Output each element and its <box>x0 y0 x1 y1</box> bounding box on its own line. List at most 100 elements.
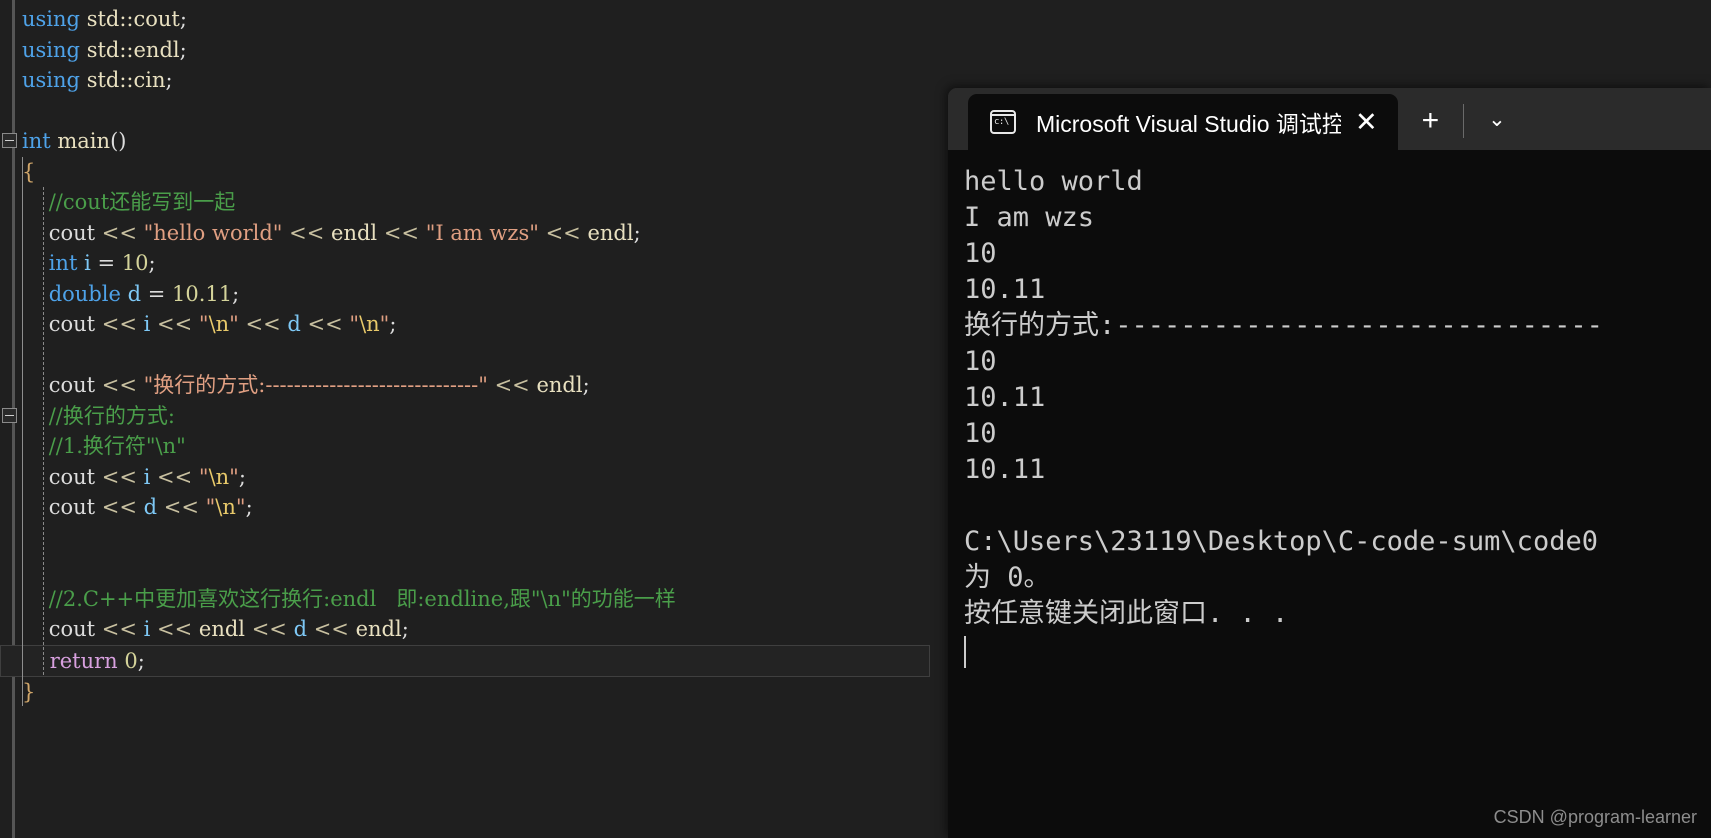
fold-toggle-icon[interactable] <box>2 407 17 423</box>
code-token: int <box>48 251 78 275</box>
code-line[interactable]: //2.C++中更加喜欢这行换行:endl 即:endline,跟"\n"的功能… <box>0 584 960 615</box>
console-output-line: 按任意键关闭此窗口. . . <box>964 598 1289 629</box>
code-token: \n <box>155 434 177 458</box>
code-token: cout <box>22 312 96 336</box>
terminal-tab-active[interactable]: c:\ Microsoft Visual Studio 调试控制台 ✕ <box>968 94 1398 150</box>
terminal-tab-strip: c:\ Microsoft Visual Studio 调试控制台 ✕ + ⌄ <box>948 88 1711 150</box>
chevron-down-icon[interactable]: ⌄ <box>1464 107 1530 132</box>
code-token: using <box>22 7 80 31</box>
code-token: endl <box>587 220 634 245</box>
code-token: << <box>245 617 294 641</box>
code-line[interactable]: int main() <box>0 126 960 157</box>
code-token: << <box>95 464 144 489</box>
code-token: 10.11 <box>172 281 233 306</box>
code-token: endl <box>198 617 246 641</box>
code-token: d <box>143 495 158 519</box>
code-token: ; <box>633 220 641 245</box>
code-token: ; <box>389 312 397 336</box>
code-token: = <box>90 251 122 275</box>
code-line[interactable]: cout << i << "\n"; <box>0 462 960 493</box>
code-token: //2.C++中更加喜欢这行换行:endl 即:endline,跟"\n"的功能… <box>22 586 676 611</box>
code-token: return <box>49 648 118 673</box>
code-token: d <box>287 312 301 336</box>
console-output-line: C:\Users\23119\Desktop\C-code-sum\code0 <box>964 526 1598 557</box>
code-token: << <box>150 464 199 489</box>
code-line[interactable]: return 0; <box>0 644 930 677</box>
code-token: << <box>157 495 206 519</box>
console-output-line: I am wzs <box>964 202 1095 233</box>
console-output-line: 10 <box>964 418 997 449</box>
code-token: main <box>57 129 111 153</box>
code-token: "hello world" <box>143 220 283 245</box>
code-line[interactable]: //cout还能写到一起 <box>0 187 960 218</box>
indent-guide-line <box>43 187 44 675</box>
code-text-area[interactable]: using std::cout; using std::endl; using st… <box>0 0 960 707</box>
code-token: endl <box>355 617 402 641</box>
code-line[interactable] <box>0 523 960 554</box>
code-token: << <box>150 617 199 641</box>
console-output-area[interactable]: hello world I am wzs 10 10.11 换行的方式:--------… <box>948 150 1711 838</box>
code-token: ; <box>238 464 246 489</box>
code-line[interactable]: using std::cout; <box>0 4 960 35</box>
console-output-line: 10.11 <box>964 274 1046 305</box>
code-token: " <box>349 312 360 336</box>
code-token: std::cout <box>86 7 180 31</box>
code-token: << <box>487 373 537 397</box>
code-token: std::endl <box>86 37 180 62</box>
code-token: std::cin <box>86 68 166 92</box>
code-token: 10 <box>121 251 149 275</box>
close-icon[interactable]: ✕ <box>1341 103 1392 142</box>
new-tab-icon[interactable]: + <box>1398 106 1464 136</box>
code-token: << <box>238 312 288 336</box>
code-token: << <box>95 373 144 397</box>
code-token: d <box>293 617 308 641</box>
code-token: " <box>198 464 209 489</box>
code-token: using <box>22 37 80 62</box>
console-window[interactable]: c:\ Microsoft Visual Studio 调试控制台 ✕ + ⌄ … <box>948 88 1711 838</box>
code-line[interactable]: cout << i << "\n" << d << "\n"; <box>0 309 960 340</box>
code-token: d <box>127 281 142 306</box>
console-output-line: 10.11 <box>964 382 1046 413</box>
code-token: " <box>229 312 239 336</box>
code-line[interactable]: using std::cin; <box>0 65 960 96</box>
fold-toggle-icon[interactable] <box>2 133 17 148</box>
code-token: } <box>22 679 36 704</box>
code-line[interactable]: { <box>0 157 960 188</box>
code-line[interactable]: cout << d << "\n"; <box>0 492 960 523</box>
code-token: "换行的方式:------------------------------" <box>143 373 488 397</box>
code-token: \n <box>208 464 230 489</box>
code-token: ; <box>165 68 173 92</box>
code-line[interactable]: cout << "hello world" << endl << "I am w… <box>0 218 960 249</box>
code-token: endl <box>331 220 378 245</box>
code-token: endl <box>536 373 583 397</box>
code-line[interactable]: //换行的方式: <box>0 401 960 432</box>
scope-guide-line <box>22 156 23 706</box>
code-token: << <box>150 312 199 336</box>
code-token: "I am wzs" <box>425 220 539 245</box>
code-token: ; <box>232 281 240 306</box>
console-icon-text: c:\ <box>994 117 1009 127</box>
code-line[interactable]: //1.换行符"\n" <box>0 431 960 462</box>
code-token: //cout还能写到一起 <box>22 190 236 214</box>
code-line[interactable]: int i = 10; <box>0 248 960 279</box>
console-icon: c:\ <box>990 110 1016 134</box>
code-line[interactable] <box>0 340 960 371</box>
code-line[interactable]: cout << "换行的方式:-------------------------… <box>0 370 960 401</box>
code-token: " <box>205 495 216 519</box>
console-output-line: 10.11 <box>964 454 1046 485</box>
code-line[interactable] <box>0 553 960 584</box>
code-line[interactable]: double d = 10.11; <box>0 279 960 310</box>
code-token: << <box>95 312 144 336</box>
code-token: cout <box>22 373 96 397</box>
code-token: ; <box>179 7 187 31</box>
code-line[interactable] <box>0 96 960 127</box>
code-token: \n <box>359 312 380 336</box>
code-token: int <box>22 129 51 153</box>
code-line[interactable]: } <box>0 677 960 708</box>
code-token: \n <box>215 495 236 519</box>
code-line[interactable]: cout << i << endl << d << endl; <box>0 614 960 645</box>
code-line[interactable]: using std::endl; <box>0 35 960 66</box>
